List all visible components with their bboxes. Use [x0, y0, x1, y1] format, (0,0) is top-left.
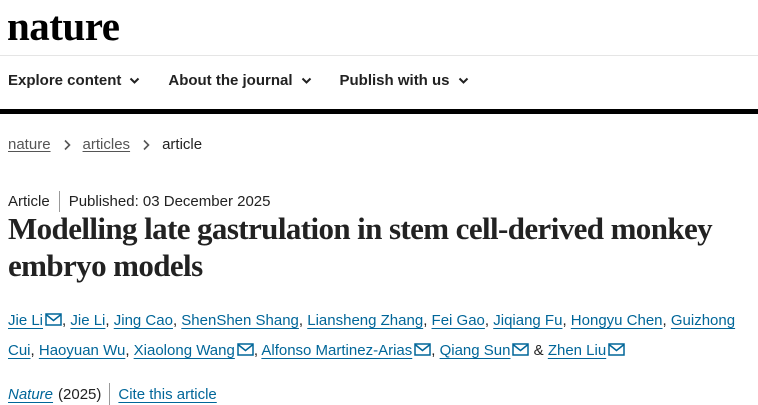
article-type: Article	[8, 193, 50, 210]
nav-label: Publish with us	[339, 72, 450, 89]
chevron-down-icon	[458, 77, 468, 84]
author-link[interactable]: Jie Li	[70, 312, 105, 329]
nav-explore-content[interactable]: Explore content	[8, 72, 140, 89]
publication-year: (2025)	[58, 385, 102, 403]
nav-label: About the journal	[168, 72, 293, 89]
nav-bottom-bar	[0, 109, 758, 114]
mail-icon[interactable]	[237, 343, 254, 356]
nav-about-journal[interactable]: About the journal	[168, 72, 311, 89]
author-list: Jie Li, Jie Li, Jing Cao, ShenShen Shang…	[8, 312, 736, 359]
main-nav: Explore content About the journal Publis…	[8, 72, 497, 89]
mail-icon[interactable]	[512, 343, 530, 356]
article-title: Modelling late gastrulation in stem cell…	[8, 211, 713, 283]
cite-article-link[interactable]: Cite this article	[118, 386, 216, 403]
breadcrumb-nature-link[interactable]: nature	[8, 136, 51, 153]
mail-icon[interactable]	[608, 343, 625, 356]
chevron-right-icon	[143, 139, 150, 150]
meta-divider	[58, 191, 60, 212]
author-link[interactable]: Alfonso Martinez-Arias	[261, 342, 412, 359]
chevron-down-icon	[130, 77, 140, 84]
nav-publish-with-us[interactable]: Publish with us	[340, 72, 469, 89]
nature-logo[interactable]: nature	[7, 2, 120, 50]
nav-label: Explore content	[8, 72, 122, 89]
breadcrumb-current: article	[162, 136, 203, 153]
author-link[interactable]: Jiqiang Fu	[493, 312, 562, 329]
author-link[interactable]: Jing Cao	[114, 312, 173, 329]
journal-link[interactable]: Nature	[8, 386, 53, 403]
author-link[interactable]: Qiang Sun	[440, 342, 511, 359]
author-link[interactable]: Haoyuan Wu	[39, 342, 125, 359]
author-link[interactable]: Xiaolong Wang	[134, 342, 235, 359]
author-link[interactable]: Liansheng Zhang	[307, 312, 423, 329]
mail-icon[interactable]	[45, 313, 62, 326]
breadcrumb: nature articles article	[8, 136, 202, 153]
author-link[interactable]: Zhen Liu	[548, 342, 606, 359]
chevron-right-icon	[63, 139, 71, 150]
header-divider	[0, 55, 758, 56]
breadcrumb-articles-link[interactable]: articles	[83, 136, 131, 153]
chevron-down-icon	[301, 77, 311, 84]
author-link[interactable]: Jie Li	[8, 312, 43, 329]
author-link[interactable]: ShenShen Shang	[181, 312, 299, 329]
citation-line: Nature (2025) Cite this article	[8, 383, 217, 405]
article-meta: Article Published: 03 December 2025	[8, 191, 270, 212]
mail-icon[interactable]	[414, 343, 431, 356]
author-link[interactable]: Hongyu Chen	[571, 312, 663, 329]
citation-divider	[109, 383, 111, 405]
published-date: Published: 03 December 2025	[68, 193, 271, 210]
author-link[interactable]: Fei Gao	[432, 312, 485, 329]
